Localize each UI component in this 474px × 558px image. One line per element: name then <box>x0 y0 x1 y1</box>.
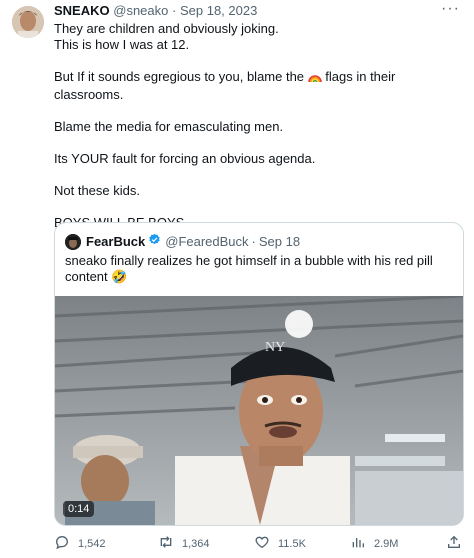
like-count: 11.5K <box>278 537 306 550</box>
quoted-author-avatar[interactable] <box>65 233 81 250</box>
reply-button[interactable]: 1,542 <box>54 534 106 553</box>
video-player[interactable]: NY 0:14 <box>55 296 463 525</box>
like-button[interactable]: 11.5K <box>254 534 306 553</box>
quoted-tweet[interactable]: FearBuck @FearedBuck · Sep 18 sneako fin… <box>54 222 464 526</box>
separator-dot: · <box>172 3 177 18</box>
repost-button[interactable]: 1,364 <box>158 534 210 553</box>
tweet-line: But If it sounds egregious to you, blame… <box>54 69 464 103</box>
tweet-date[interactable]: Sep 18, 2023 <box>180 3 257 18</box>
tweet-actions: 1,542 1,364 11.5K 2.9M <box>54 534 464 554</box>
reply-count: 1,542 <box>78 537 106 550</box>
tweet-header: SNEAKO @sneako · Sep 18, 2023 <box>54 3 257 19</box>
tweet-line: Not these kids. <box>54 183 140 198</box>
tweet-line: Blame the media for emasculating men. <box>54 119 284 134</box>
repost-count: 1,364 <box>182 537 210 550</box>
tweet-text: They are children and obviously joking. … <box>54 21 464 231</box>
quoted-tweet-header: FearBuck @FearedBuck · Sep 18 <box>65 233 300 250</box>
views-count: 2.9M <box>374 537 399 550</box>
like-icon <box>254 534 278 553</box>
share-button[interactable] <box>446 534 470 553</box>
video-thumbnail: NY <box>55 296 463 525</box>
tweet-line: Its YOUR fault for forcing an obvious ag… <box>54 151 316 166</box>
verified-badge-icon <box>148 233 161 250</box>
blame-text: But If it sounds egregious to you, blame… <box>54 69 308 84</box>
quoted-author-handle[interactable]: @FearedBuck <box>165 234 248 250</box>
reply-icon <box>54 534 78 553</box>
rainbow-flag-icon <box>307 71 322 87</box>
more-icon[interactable]: ··· <box>441 0 460 18</box>
tweet-line: They are children and obviously joking. <box>54 21 279 36</box>
repost-icon <box>158 534 182 553</box>
quoted-author-name[interactable]: FearBuck <box>86 234 145 250</box>
views-button[interactable]: 2.9M <box>350 534 398 553</box>
author-handle[interactable]: @sneako <box>113 3 168 18</box>
share-icon <box>446 534 470 553</box>
views-icon <box>350 534 374 553</box>
quoted-tweet-text: sneako finally realizes he got himself i… <box>65 253 433 284</box>
separator-dot: · <box>251 233 256 249</box>
video-timestamp: 0:14 <box>63 501 95 517</box>
svg-text:NY: NY <box>265 340 285 355</box>
tweet-line: This is how I was at 12. <box>54 37 190 52</box>
quoted-tweet-date[interactable]: Sep 18 <box>259 234 300 250</box>
author-avatar[interactable] <box>12 6 44 38</box>
author-name[interactable]: SNEAKO <box>54 3 110 18</box>
